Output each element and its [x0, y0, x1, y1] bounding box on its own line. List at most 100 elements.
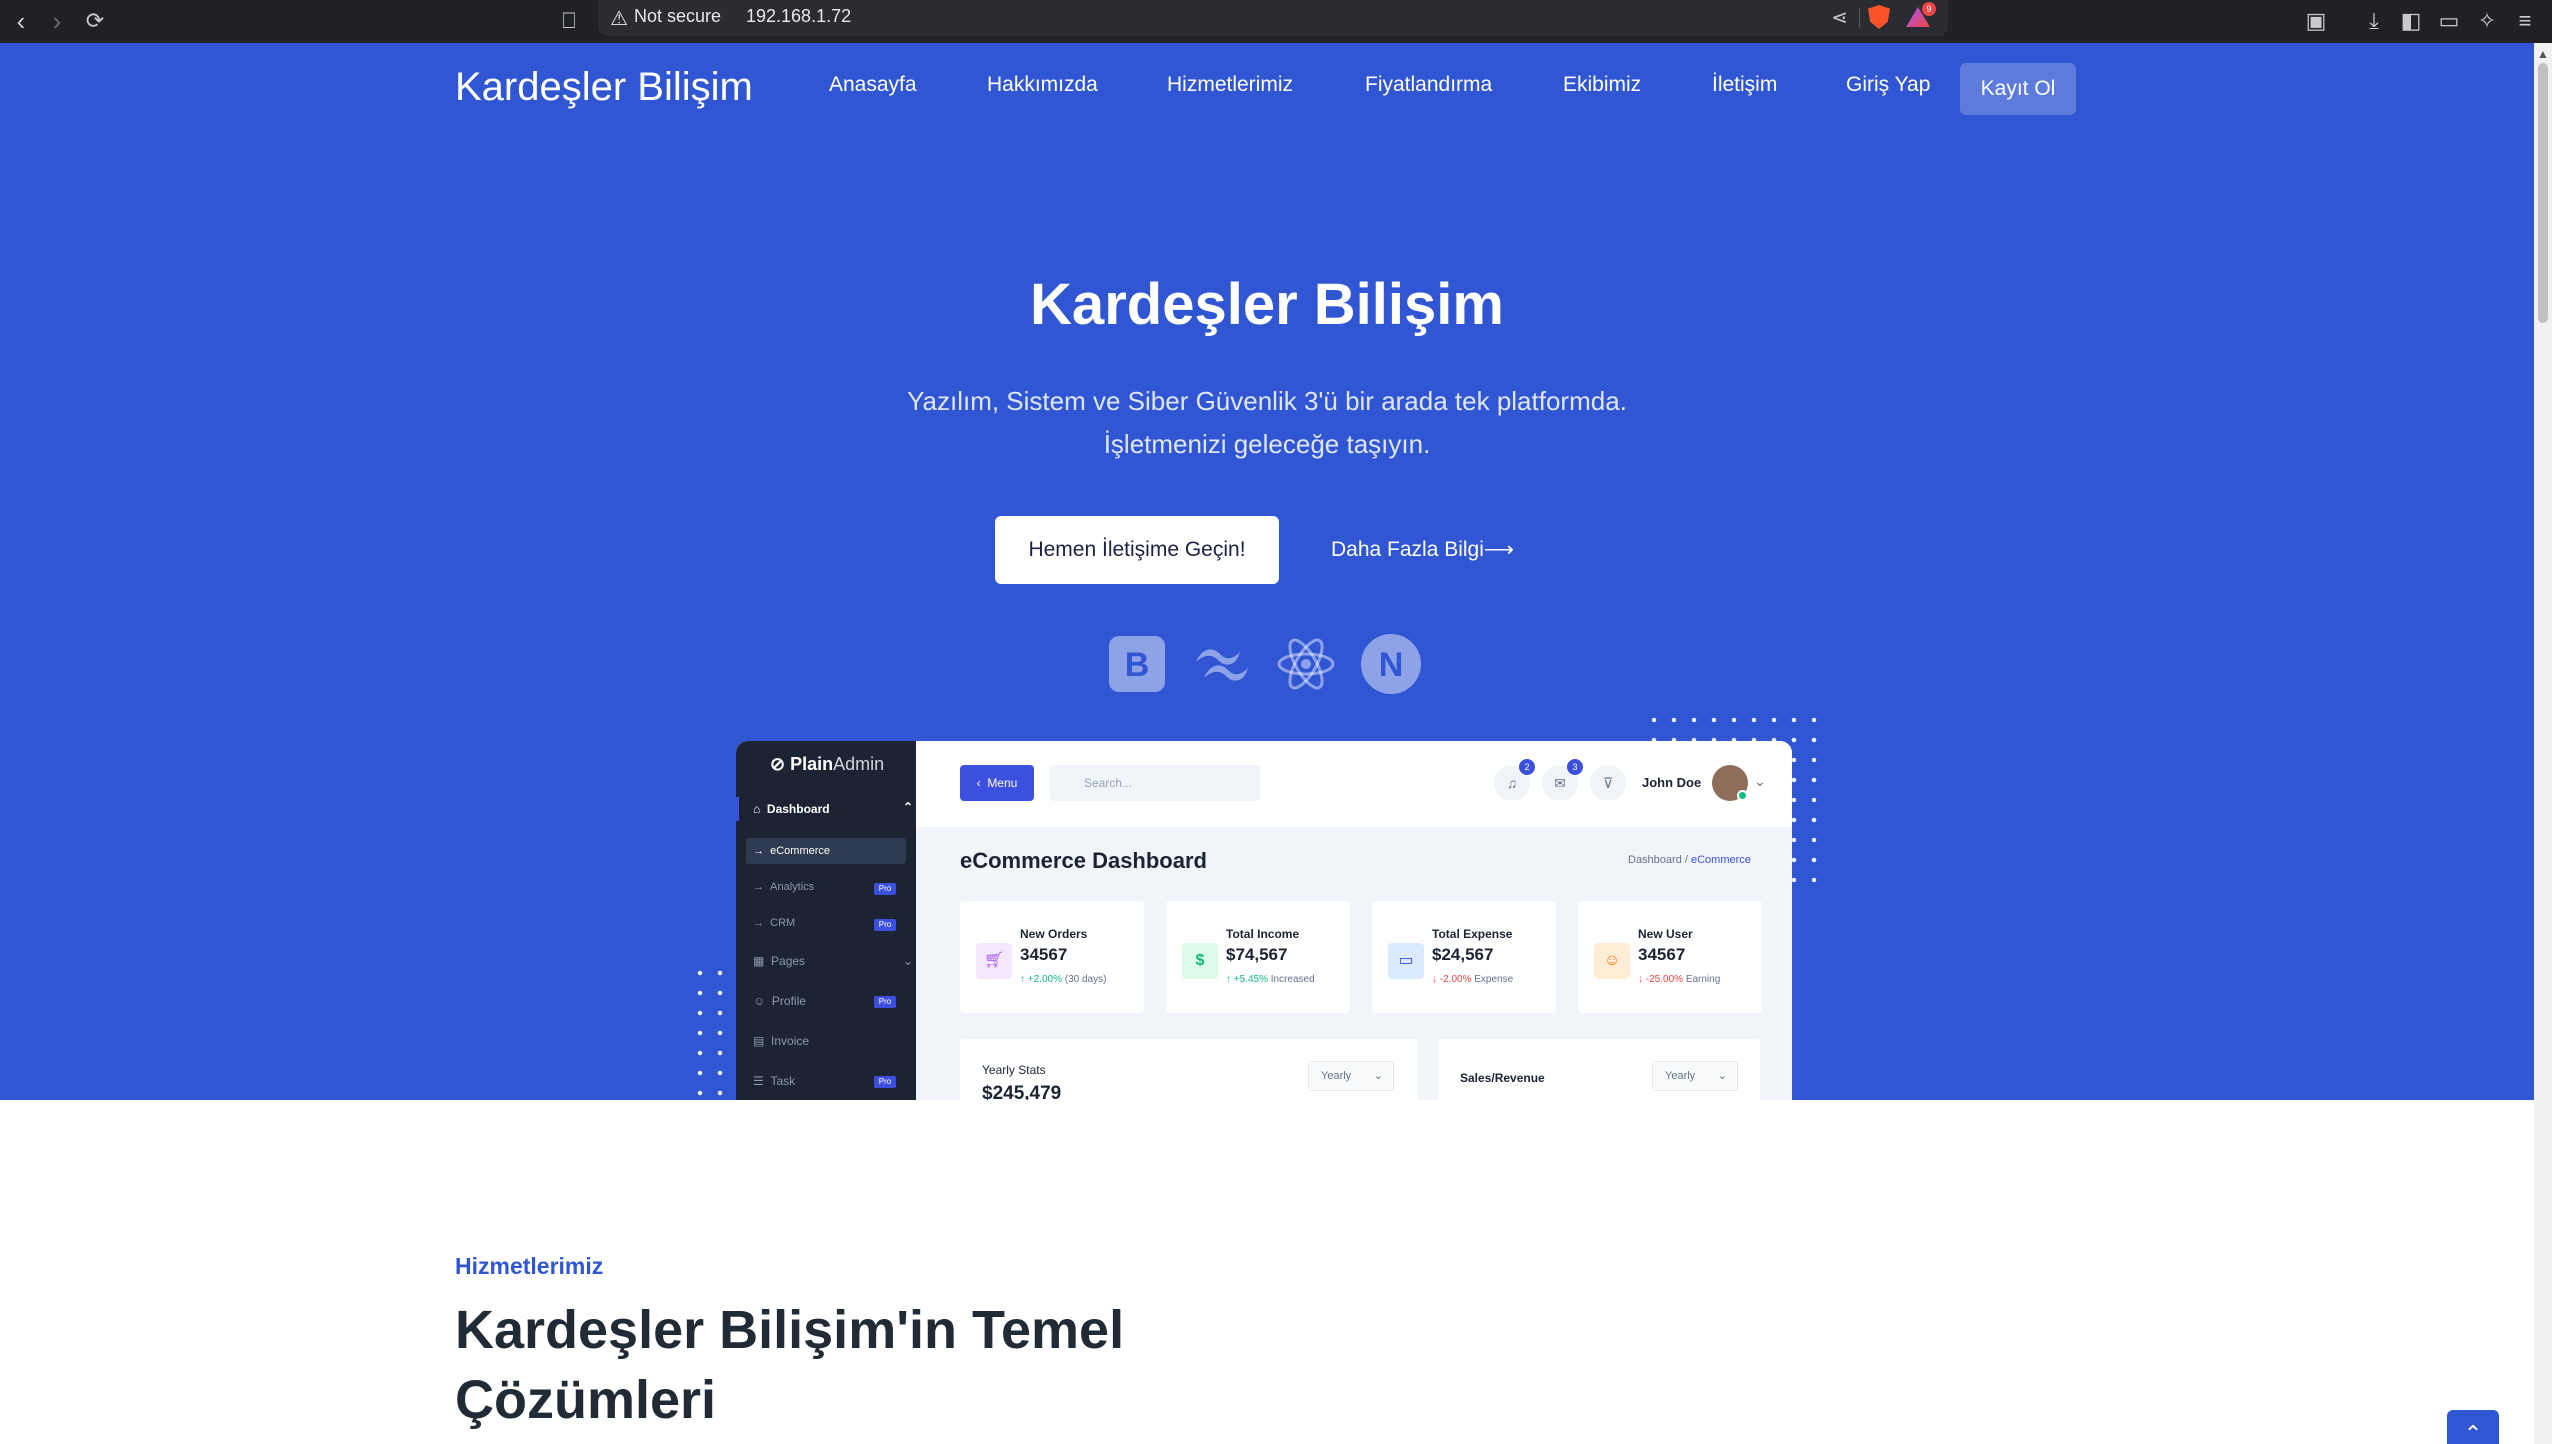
message-badge: 3 — [1567, 759, 1583, 775]
pro-badge: Pro — [874, 883, 896, 895]
sales-revenue-panel: Sales/Revenue Yearly ⌄ — [1438, 1039, 1760, 1100]
dash-nav-analytics[interactable]: → Analytics — [753, 881, 814, 893]
nav-about[interactable]: Hakkımızda — [987, 73, 1098, 97]
stat-card-orders: 🛒︎ New Orders 34567 ↑ +2.00% (30 days) — [960, 901, 1144, 1013]
filter-icon[interactable]: ⊽ — [1590, 765, 1626, 801]
dash-logo: ⊘ PlainAdmin — [770, 754, 885, 774]
dot-pattern — [690, 963, 730, 1100]
wallet-icon[interactable]: ▭ — [2434, 6, 2464, 36]
stat-value: 34567 — [1020, 945, 1068, 964]
dash-nav-pages[interactable]: ▦ Pages ⌄ — [753, 954, 913, 968]
dollar-icon: $ — [1182, 943, 1218, 979]
navbar: Kardeşler Bilişim Anasayfa Hakkımızda Hi… — [455, 43, 2076, 135]
divider — [1859, 8, 1860, 28]
leo-ai-icon[interactable]: ✧ — [2472, 6, 2502, 36]
hero-subtitle-line1: Yazılım, Sistem ve Siber Güvenlik 3'ü bi… — [907, 386, 1627, 416]
stat-label: Total Expense — [1432, 927, 1513, 941]
chevron-down-icon[interactable]: ⌄ — [1754, 773, 1766, 790]
services-tag: Hizmetlerimiz — [455, 1253, 604, 1279]
browser-toolbar: ‹ › ⟳ ⎕ ⚠ Not secure 192.168.1.72 ⋖ 9 ▣ … — [0, 0, 2552, 43]
hero-subtitle-line2: İşletmenizi geleceğe taşıyın. — [1103, 429, 1431, 459]
scrollbar-thumb[interactable] — [2538, 63, 2548, 323]
breadcrumb: Dashboard / eCommerce — [1628, 854, 1751, 866]
bookmark-icon[interactable]: ⎕ — [556, 6, 582, 36]
stat-label: Total Income — [1226, 927, 1300, 941]
notification-badge: 2 — [1519, 759, 1535, 775]
screenshot-icon[interactable]: ▣ — [2301, 6, 2331, 36]
dash-user-name[interactable]: John Doe — [1642, 775, 1701, 790]
panel-title: Yearly Stats — [982, 1063, 1046, 1077]
pro-badge: Pro — [874, 919, 896, 931]
dash-sidebar: ⊘ PlainAdmin ⌂ Dashboard ⌃ → eCommerce → … — [736, 741, 916, 1100]
yearly-stats-panel: Yearly Stats $245,479 Yearly ⌄ — [960, 1039, 1418, 1100]
dash-nav-profile[interactable]: ☺ Profile — [753, 994, 806, 1008]
sales-select[interactable]: Yearly ⌄ — [1652, 1061, 1738, 1091]
rewards-badge: 9 — [1922, 2, 1936, 16]
stat-card-income: $ Total Income $74,567 ↑ +5.45% Increase… — [1166, 901, 1350, 1013]
user-icon: ☺ — [1594, 943, 1630, 979]
credit-card-icon: ▭ — [1388, 943, 1424, 979]
dash-page-title: eCommerce Dashboard — [960, 848, 1207, 873]
sidebar-icon[interactable]: ◧ — [2396, 6, 2426, 36]
address-bar[interactable]: ⚠ Not secure 192.168.1.72 ⋖ 9 — [598, 0, 1948, 36]
pro-badge: Pro — [874, 996, 896, 1008]
contact-cta-button[interactable]: Hemen İletişime Geçin! — [995, 516, 1279, 584]
warning-icon: ⚠ — [610, 8, 628, 30]
url-text[interactable]: 192.168.1.72 — [746, 6, 851, 27]
svg-text:N: N — [1379, 646, 1404, 684]
back-to-top-button[interactable]: ⌃ — [2447, 1410, 2499, 1444]
back-icon[interactable]: ‹ — [6, 6, 36, 36]
page-scrollbar[interactable]: ▲ — [2534, 43, 2552, 1444]
stat-change: ↑ +2.00% (30 days) — [1020, 974, 1107, 985]
dash-menu-button[interactable]: ‹ Menu — [960, 765, 1034, 801]
nav-services[interactable]: Hizmetlerimiz — [1167, 73, 1293, 97]
reload-icon[interactable]: ⟳ — [80, 6, 110, 36]
active-indicator — [736, 797, 739, 821]
brave-shields-icon[interactable] — [1868, 5, 1890, 29]
yearly-select[interactable]: Yearly ⌄ — [1308, 1061, 1394, 1091]
nextjs-icon: N — [1361, 634, 1421, 694]
stat-value: 34567 — [1638, 945, 1686, 964]
learn-more-link[interactable]: Daha Fazla Bilgi⟶ — [1331, 537, 1514, 562]
react-icon — [1277, 638, 1335, 690]
nav-contact[interactable]: İletişim — [1712, 73, 1777, 97]
dash-nav-dashboard[interactable]: ⌂ Dashboard ⌃ — [753, 800, 913, 816]
nav-team[interactable]: Ekibimiz — [1563, 73, 1641, 97]
brand-logo[interactable]: Kardeşler Bilişim — [455, 65, 753, 110]
login-link[interactable]: Giriş Yap — [1846, 73, 1930, 97]
stat-change: ↓ -2.00% Expense — [1432, 974, 1514, 985]
tailwind-icon — [1196, 649, 1248, 681]
dash-nav-invoice[interactable]: ▤ Invoice — [753, 1034, 809, 1048]
panel-title: Sales/Revenue — [1460, 1071, 1545, 1085]
register-button[interactable]: Kayıt Ol — [1960, 63, 2076, 115]
hero-section: Kardeşler Bilişim Anasayfa Hakkımızda Hi… — [0, 43, 2534, 1100]
menu-icon[interactable]: ≡ — [2510, 6, 2540, 36]
stat-card-users: ☺ New User 34567 ↓ -25.00% Earning — [1578, 901, 1762, 1013]
online-indicator — [1737, 790, 1748, 801]
dash-nav-ecommerce[interactable]: → eCommerce — [753, 845, 830, 857]
dash-nav-task[interactable]: ☰ Task — [753, 1074, 795, 1088]
svg-text:B: B — [1125, 646, 1150, 684]
download-icon[interactable]: ⤓ — [2359, 6, 2389, 36]
stat-value: $24,567 — [1432, 945, 1494, 964]
nav-pricing[interactable]: Fiyatlandırma — [1365, 73, 1492, 97]
bootstrap-icon: B — [1109, 636, 1165, 692]
stat-change: ↑ +5.45% Increased — [1226, 974, 1315, 985]
pro-badge: Pro — [874, 1076, 896, 1088]
nav-home[interactable]: Anasayfa — [829, 73, 917, 97]
stat-card-expense: ▭ Total Expense $24,567 ↓ -2.00% Expense — [1372, 901, 1556, 1013]
security-label[interactable]: Not secure — [634, 6, 721, 27]
stat-value: $74,567 — [1226, 945, 1288, 964]
stat-change: ↓ -25.00% Earning — [1638, 974, 1721, 985]
share-icon[interactable]: ⋖ — [1831, 5, 1848, 30]
scroll-up-icon[interactable]: ▲ — [2537, 47, 2549, 61]
services-title: Kardeşler Bilişim'in Temel Çözümleri — [455, 1300, 1125, 1430]
dash-search-input[interactable]: Search... — [1050, 765, 1260, 801]
stat-label: New Orders — [1020, 927, 1088, 941]
stat-label: New User — [1638, 927, 1693, 941]
forward-icon[interactable]: › — [42, 6, 72, 36]
panel-value: $245,479 — [982, 1083, 1062, 1100]
cart-icon: 🛒︎ — [976, 943, 1012, 979]
dashboard-preview: ⊘ PlainAdmin ⌂ Dashboard ⌃ → eCommerce → … — [736, 741, 1792, 1100]
dash-nav-crm[interactable]: → CRM — [753, 917, 795, 929]
